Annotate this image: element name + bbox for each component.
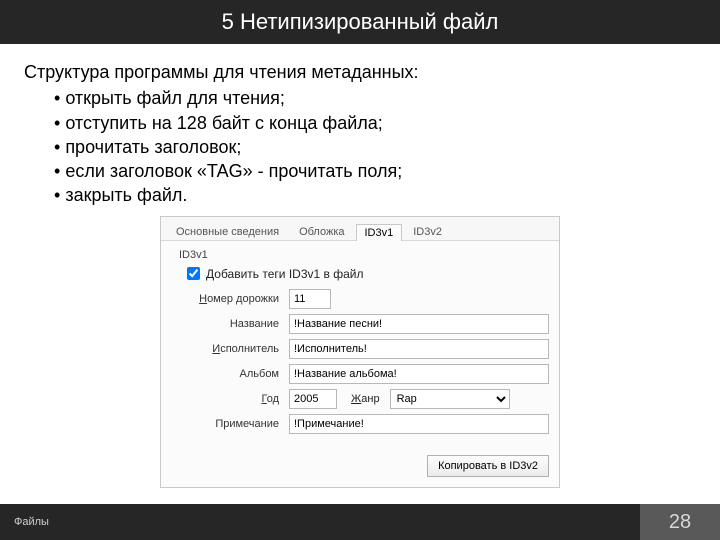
album-input[interactable] (289, 364, 549, 384)
tab-row: Основные сведения Обложка ID3v1 ID3v2 (161, 217, 559, 241)
copy-to-id3v2-button[interactable]: Копировать в ID3v2 (427, 455, 549, 477)
add-tags-label: Добавить теги ID3v1 в файл (206, 267, 363, 281)
bullet-item: если заголовок «TAG» - прочитать поля; (54, 159, 696, 183)
artist-label: Исполнитель (171, 343, 289, 355)
title-label: Название (171, 318, 289, 330)
add-tags-checkbox[interactable] (187, 267, 200, 280)
artist-row: Исполнитель (171, 339, 549, 359)
tab-id3v2[interactable]: ID3v2 (404, 223, 451, 240)
note-input[interactable] (289, 414, 549, 434)
tab-id3v1[interactable]: ID3v1 (356, 224, 403, 241)
bullet-item: прочитать заголовок; (54, 135, 696, 159)
bullet-item: открыть файл для чтения; (54, 86, 696, 110)
title-input[interactable] (289, 314, 549, 334)
body-text: Структура программы для чтения метаданны… (0, 44, 720, 216)
title-row: Название (171, 314, 549, 334)
add-tags-row: Добавить теги ID3v1 в файл (171, 265, 549, 289)
footer: Файлы 28 (0, 504, 720, 540)
tab-cover[interactable]: Обложка (290, 223, 353, 240)
footer-left: Файлы (0, 504, 640, 540)
genre-label: Жанр (337, 393, 390, 405)
album-label: Альбом (171, 368, 289, 380)
genre-select[interactable]: Rap (390, 389, 510, 409)
page-number: 28 (640, 504, 720, 540)
button-row: Копировать в ID3v2 (161, 449, 559, 487)
id3-dialog: Основные сведения Обложка ID3v1 ID3v2 ID… (160, 216, 560, 488)
year-genre-row: Год Жанр Rap (171, 389, 549, 409)
track-row: Номер дорожки (171, 289, 549, 309)
slide: 5 Нетипизированный файл Структура програ… (0, 0, 720, 540)
tab-basic[interactable]: Основные сведения (167, 223, 288, 240)
artist-input[interactable] (289, 339, 549, 359)
year-label: Год (171, 393, 289, 405)
bullet-item: отступить на 128 байт с конца файла; (54, 111, 696, 135)
intro-line: Структура программы для чтения метаданны… (24, 60, 696, 84)
dialog-wrap: Основные сведения Обложка ID3v1 ID3v2 ID… (0, 216, 720, 488)
track-input[interactable] (289, 289, 331, 309)
field-group: ID3v1 Добавить теги ID3v1 в файл Номер д… (161, 241, 559, 449)
track-label: Номер дорожки (171, 293, 289, 305)
note-label: Примечание (171, 418, 289, 430)
bullet-list: открыть файл для чтения; отступить на 12… (24, 86, 696, 207)
group-title: ID3v1 (171, 249, 549, 261)
album-row: Альбом (171, 364, 549, 384)
year-input[interactable] (289, 389, 337, 409)
bullet-item: закрыть файл. (54, 183, 696, 207)
slide-title: 5 Нетипизированный файл (0, 0, 720, 44)
note-row: Примечание (171, 414, 549, 434)
